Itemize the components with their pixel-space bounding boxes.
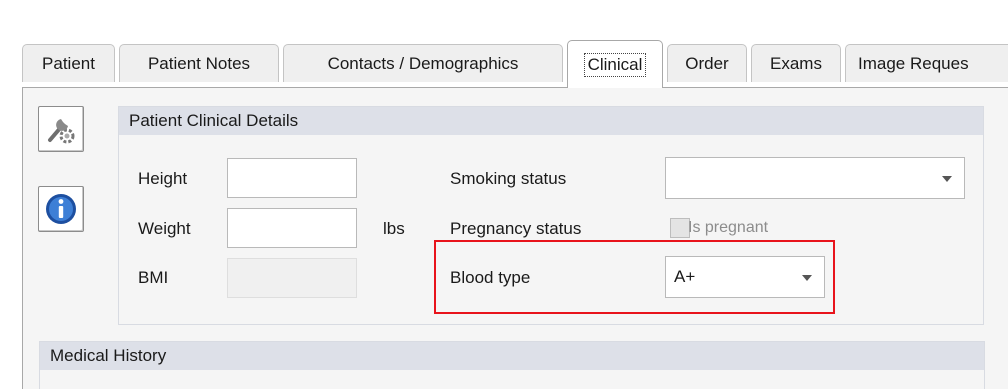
- tab-contacts-demographics[interactable]: Contacts / Demographics: [283, 44, 563, 82]
- info-button[interactable]: [38, 186, 84, 232]
- medical-history-panel: Medical History: [39, 341, 985, 389]
- tab-order[interactable]: Order: [667, 44, 747, 82]
- tab-patient[interactable]: Patient: [22, 44, 115, 82]
- panel-header: Medical History: [40, 342, 984, 370]
- tab-label: Patient Notes: [147, 53, 251, 73]
- tab-label: Order: [685, 53, 729, 73]
- is-pregnant-label: Is pregnant: [688, 219, 769, 236]
- pregnancy-status-label: Pregnancy status: [450, 219, 582, 238]
- weight-unit: lbs: [383, 219, 405, 238]
- height-label: Height: [138, 169, 188, 188]
- wrench-gear-icon: [48, 119, 75, 144]
- height-input[interactable]: [227, 158, 357, 198]
- chevron-down-icon: [802, 275, 812, 281]
- chevron-down-icon: [942, 176, 952, 182]
- weight-input[interactable]: [227, 208, 357, 248]
- smoking-status-dropdown[interactable]: [665, 157, 965, 199]
- blood-type-label: Blood type: [450, 268, 531, 287]
- info-icon: [46, 194, 76, 224]
- clinical-tab-content: Patient Clinical Details Height Weight l…: [22, 87, 1008, 389]
- tab-image-requests[interactable]: Image Reques: [845, 44, 1008, 82]
- is-pregnant-checkbox[interactable]: [670, 218, 690, 238]
- tab-label: Contacts / Demographics: [327, 53, 519, 73]
- tab-label: Image Reques: [858, 53, 969, 73]
- bmi-field: [227, 258, 357, 298]
- tab-patient-notes[interactable]: Patient Notes: [119, 44, 279, 82]
- patient-clinical-details-panel: Patient Clinical Details Height Weight l…: [118, 106, 984, 325]
- blood-type-value: A+: [674, 267, 696, 286]
- panel-title: Medical History: [50, 346, 167, 365]
- tab-label: Patient: [42, 53, 95, 73]
- tab-bar: Patient Patient Notes Contacts / Demogra…: [22, 40, 1008, 88]
- tools-button[interactable]: [38, 106, 84, 152]
- tab-label: Exams: [770, 53, 822, 73]
- weight-label: Weight: [138, 219, 191, 238]
- panel-header: Patient Clinical Details: [119, 107, 983, 135]
- tab-clinical[interactable]: Clinical: [567, 40, 663, 88]
- panel-title: Patient Clinical Details: [129, 111, 299, 130]
- smoking-status-label: Smoking status: [450, 169, 567, 188]
- tab-label: Clinical: [583, 52, 647, 77]
- bmi-label: BMI: [138, 268, 169, 287]
- blood-type-dropdown[interactable]: A+: [665, 256, 825, 298]
- tab-exams[interactable]: Exams: [751, 44, 841, 82]
